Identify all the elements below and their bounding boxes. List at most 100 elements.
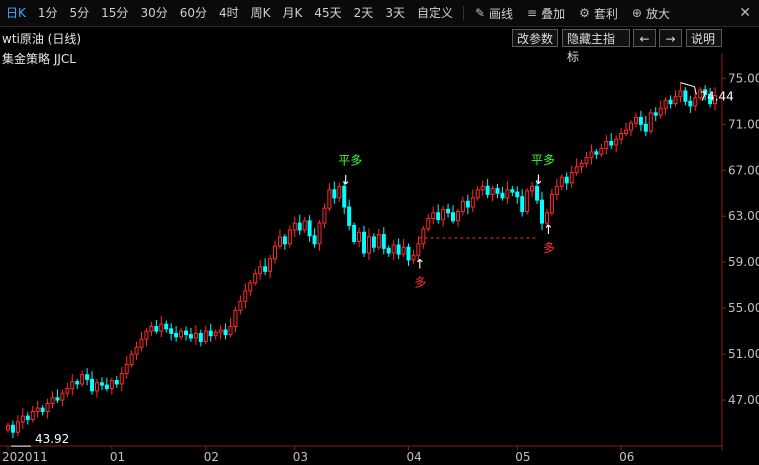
buy-signal-label: 多 [414, 275, 426, 289]
x-tick-label: 05 [515, 450, 530, 464]
candle-body [391, 244, 396, 254]
candle-body [352, 224, 357, 242]
candle-body [40, 407, 45, 413]
down-arrow-icon: ↓ [533, 173, 544, 188]
candle-body [549, 193, 554, 214]
candle-body [70, 381, 75, 390]
candle-body [594, 151, 599, 155]
candle-body [673, 96, 678, 105]
y-tick-label: 75.00 [728, 71, 759, 85]
candle-body [426, 218, 431, 230]
y-tick-label: 55.00 [728, 301, 759, 315]
candle-body [505, 189, 510, 199]
candle-body [658, 107, 663, 116]
candle-body [451, 212, 455, 222]
candle-body [164, 323, 169, 330]
candle-body [396, 244, 401, 255]
candle-body [218, 329, 223, 333]
candle-body [129, 353, 134, 365]
y-tick-label: 51.00 [728, 347, 759, 361]
candle-body [589, 151, 594, 159]
candle-body [188, 334, 193, 339]
candle-body [500, 192, 505, 199]
y-tick-label: 59.00 [728, 255, 759, 269]
candle-body [648, 112, 653, 132]
x-tick-label: 06 [619, 450, 634, 464]
candle-body [559, 176, 564, 187]
candle-body [292, 222, 297, 231]
candle-body [638, 116, 643, 125]
candle-body [554, 185, 559, 195]
candle-body [45, 402, 50, 413]
low-price-label: 43.92 [35, 432, 69, 446]
candle-body [381, 234, 386, 249]
candle-body [144, 330, 149, 340]
candle-body [169, 328, 174, 334]
candle-body [683, 90, 688, 102]
candle-body [198, 332, 203, 342]
candle-body [480, 185, 485, 191]
candle-body [184, 330, 188, 336]
candle-body [312, 235, 317, 245]
candle-body [460, 200, 465, 213]
candle-body [174, 332, 179, 338]
candle-body [342, 185, 347, 208]
candle-body [287, 229, 292, 245]
candle-body [579, 162, 584, 168]
candle-body [322, 207, 327, 224]
candle-body [233, 309, 238, 328]
candle-body [80, 374, 85, 385]
candle-body [441, 208, 446, 221]
candle-body [268, 258, 273, 272]
candle-body [470, 197, 475, 208]
candle-body [203, 330, 208, 342]
candle-body [149, 326, 154, 332]
candle-body [535, 185, 540, 201]
candle-body [525, 190, 530, 213]
candle-body [629, 122, 633, 131]
candle-body [609, 141, 614, 146]
candle-body [386, 247, 391, 254]
candle-body [574, 166, 579, 174]
candle-body [668, 99, 673, 105]
candle-body [282, 236, 287, 245]
candle-body [6, 424, 10, 431]
candle-body [614, 138, 619, 146]
candle-body [307, 220, 312, 237]
candle-body [431, 212, 436, 220]
candle-body [134, 346, 139, 355]
candle-body [624, 129, 629, 134]
candle-body [436, 212, 441, 221]
candle-body [25, 415, 30, 421]
candle-body [366, 236, 371, 254]
candle-body [584, 157, 589, 164]
candle-body [465, 200, 470, 208]
candle-body [357, 231, 362, 242]
candle-body [55, 397, 60, 401]
candle-body [544, 212, 549, 224]
candle-body [193, 332, 198, 339]
y-tick-label: 47.00 [728, 393, 759, 407]
candle-body [540, 199, 544, 224]
candle-body [277, 236, 282, 247]
candle-body [238, 300, 243, 311]
buy-signal-label: 多 [543, 241, 555, 255]
candle-body [455, 211, 460, 222]
candle-body [416, 243, 421, 256]
candle-body [213, 331, 218, 337]
candle-body [332, 189, 337, 199]
y-tick-label: 63.00 [728, 209, 759, 223]
candle-body [569, 172, 574, 184]
sell-signal-label: 平多 [531, 153, 555, 167]
candlestick-chart[interactable]: 75.00 71.00 67.00 63.00 59.00 55.00 51.00 47.00… [0, 0, 759, 465]
candle-body [179, 330, 184, 338]
sell-signal-label: 平多 [338, 154, 362, 168]
candle-body [362, 231, 366, 254]
candle-body [99, 382, 104, 386]
candle-body [485, 185, 490, 195]
candle-body [95, 382, 99, 392]
candle-body [515, 191, 520, 198]
candle-body [604, 141, 609, 149]
candle-body [633, 116, 638, 124]
candle-body [139, 338, 144, 348]
